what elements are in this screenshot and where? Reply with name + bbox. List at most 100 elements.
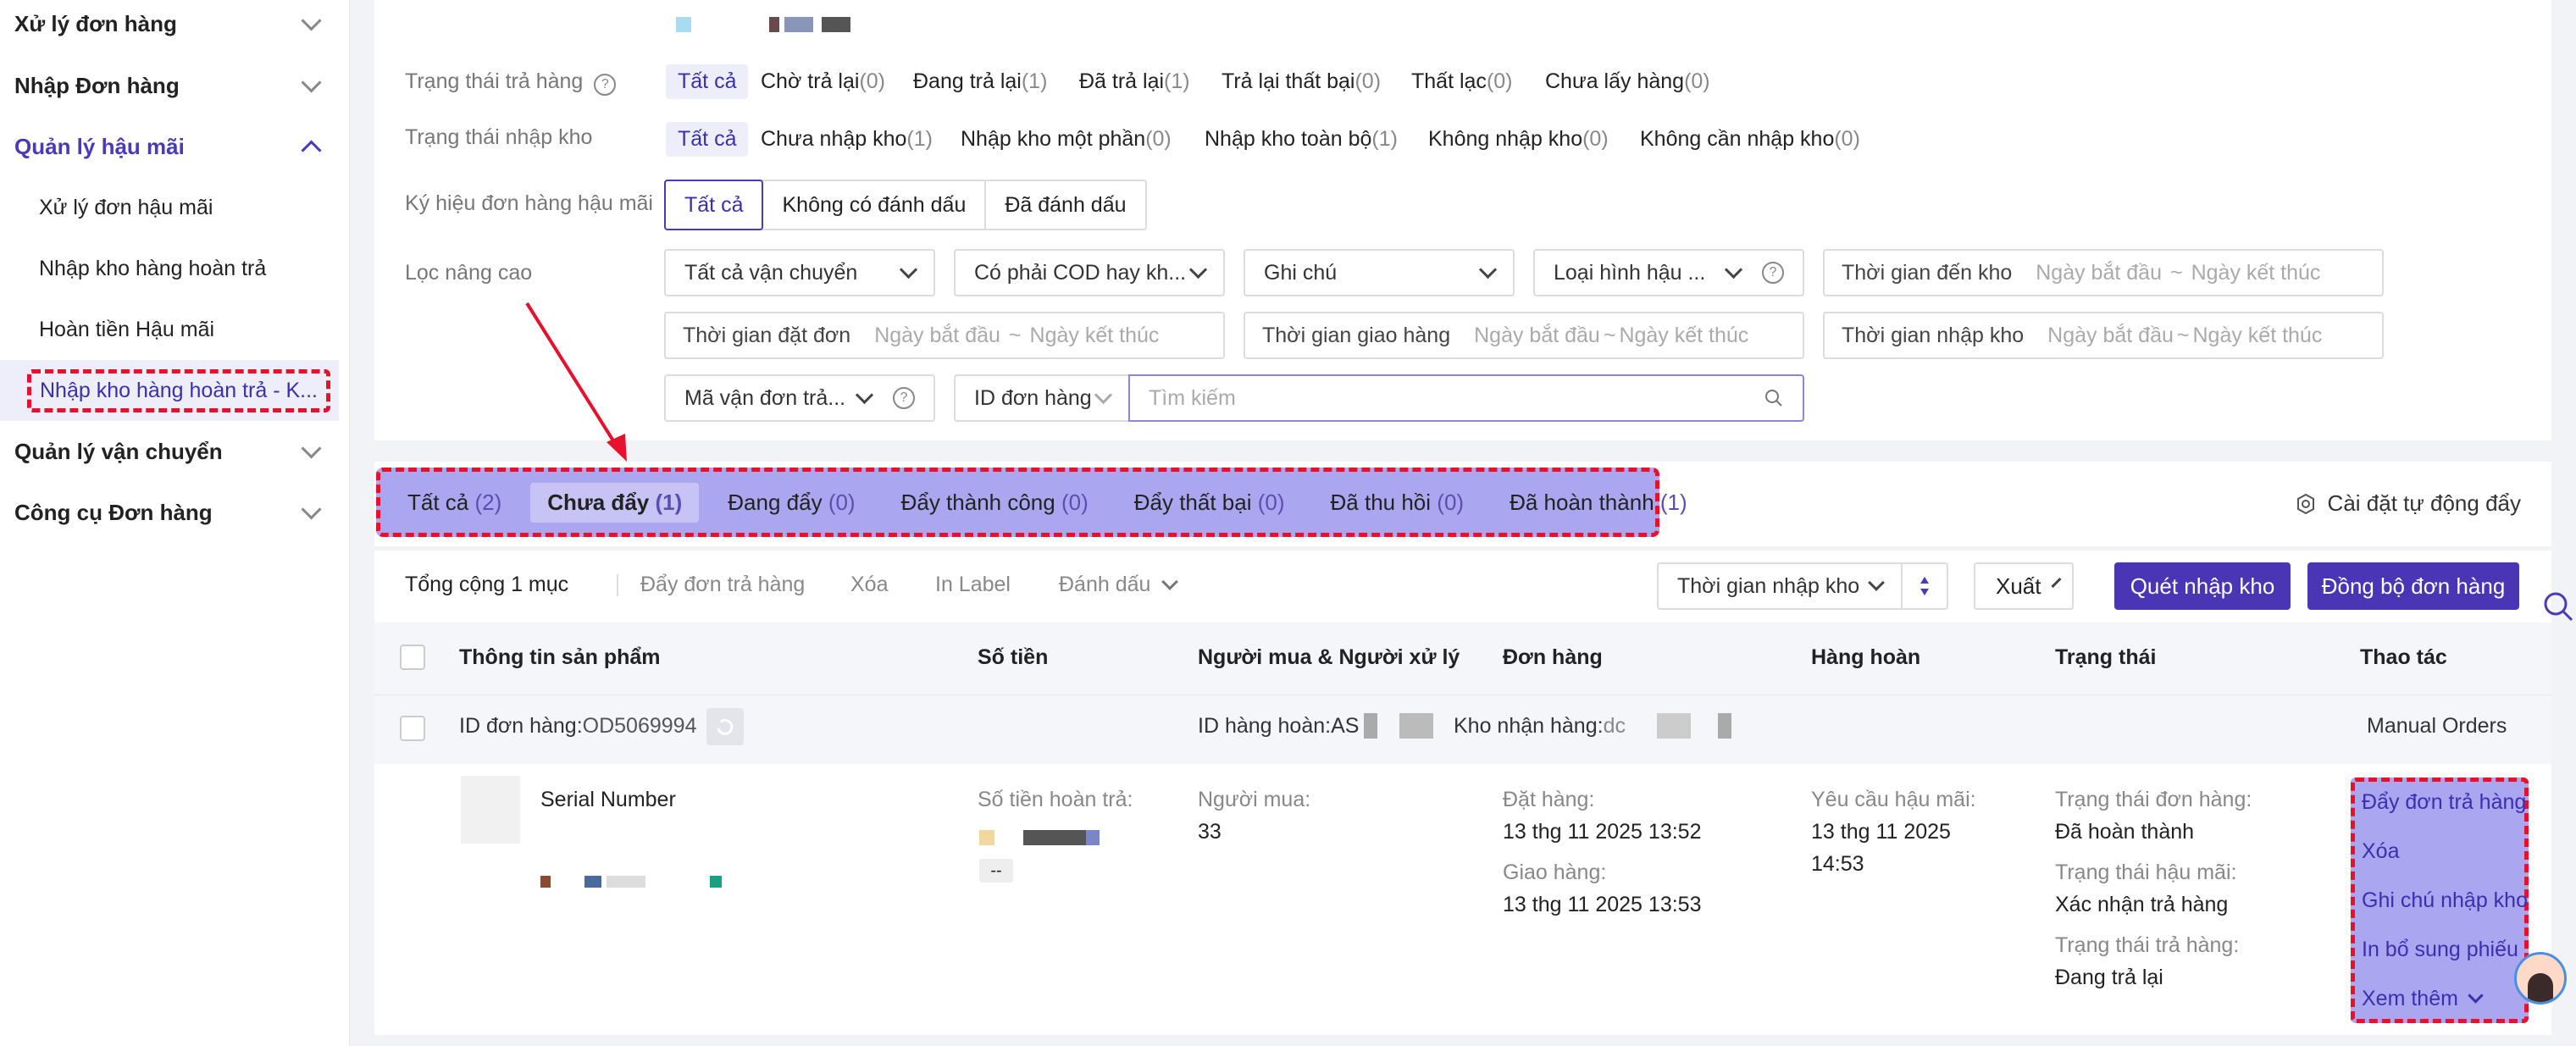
- tab-label: Đã thu hồi: [1330, 489, 1432, 515]
- tab-count: (0): [1437, 489, 1465, 515]
- col-order: Đơn hàng: [1503, 645, 1603, 669]
- tab-count: (1): [1659, 489, 1687, 515]
- order-id-label: ID đơn hàng:: [459, 714, 583, 738]
- blurred-sku: [710, 876, 722, 888]
- tab-push-failed[interactable]: Đẩy thất bại (0): [1117, 483, 1302, 523]
- tab-not-pushed[interactable]: Chưa đẩy (1): [530, 482, 700, 523]
- order-id-value: OD5069994: [582, 714, 697, 738]
- scan-import-button[interactable]: Quét nhập kho: [2114, 562, 2291, 610]
- blurred-text: [1657, 713, 1691, 739]
- divider: [617, 574, 618, 596]
- annotation-arrow-line: [525, 302, 620, 451]
- tab-label: Chưa đẩy: [547, 489, 650, 515]
- order-id: ID đơn hàng:OD5069994: [459, 714, 696, 739]
- export-dropdown[interactable]: Xuất: [1974, 562, 2074, 610]
- buyer-value: 33: [1198, 820, 1222, 844]
- tab-count: (0): [1257, 489, 1285, 515]
- more-label: Xem thêm: [2362, 987, 2458, 1010]
- floating-search-icon[interactable]: [2541, 589, 2575, 623]
- select-all-checkbox[interactable]: [400, 645, 425, 670]
- row-checkbox[interactable]: [400, 716, 425, 741]
- row-actions: Đẩy đơn trả hàng Xóa Ghi chú nhập kho In…: [2351, 778, 2529, 1023]
- table-header: [374, 623, 2551, 695]
- col-buyer-handler: Người mua & Người xử lý: [1198, 645, 1460, 669]
- table-toolbar: Tổng cộng 1 mục Đẩy đơn trả hàng Xóa In …: [374, 551, 2551, 623]
- tab-label: Tất cả: [407, 489, 469, 515]
- push-return-action[interactable]: Đẩy đơn trả hàng: [2362, 790, 2526, 815]
- tab-all[interactable]: Tất cả (2): [391, 483, 518, 523]
- tab-count: (0): [1061, 489, 1089, 515]
- tab-completed[interactable]: Đã hoàn thành (1): [1493, 483, 1704, 523]
- col-return: Hàng hoàn: [1811, 645, 1921, 669]
- return-id: ID hàng hoàn:AS: [1198, 714, 1360, 738]
- aftersale-status-value: Xác nhận trả hàng: [2055, 893, 2229, 916]
- delivered-value: 13 thg 11 2025 13:53: [1503, 893, 1702, 916]
- more-actions-dropdown[interactable]: Xem thêm: [2362, 987, 2484, 1011]
- tab-label: Đang đẩy: [728, 489, 823, 515]
- blurred-amount: [1086, 830, 1100, 845]
- tab-push-success[interactable]: Đẩy thành công (0): [884, 483, 1105, 523]
- warehouse-value: dc: [1603, 714, 1626, 738]
- chevron-down-icon: [1868, 574, 1885, 591]
- mark-dropdown[interactable]: Đánh dấu: [1059, 573, 1179, 597]
- return-status-value: Đang trả lại: [2055, 966, 2163, 989]
- warehouse-label: Kho nhận hàng:: [1454, 714, 1604, 738]
- aftersale-request-date: 13 thg 11 2025: [1811, 820, 1951, 844]
- order-source: Manual Orders: [2367, 714, 2507, 738]
- push-status-tabs: Tất cả (2) Chưa đẩy (1) Đang đẩy (0) Đẩy…: [376, 468, 1687, 537]
- tab-count: (0): [828, 489, 856, 515]
- auto-push-setting-link[interactable]: Cài đặt tự động đẩy: [2296, 490, 2521, 517]
- order-status-label: Trạng thái đơn hàng:: [2055, 788, 2252, 811]
- tab-label: Đẩy thất bại: [1133, 489, 1252, 515]
- aftersale-status-label: Trạng thái hậu mãi:: [2055, 861, 2237, 884]
- chevron-down-icon: [1161, 573, 1179, 590]
- copy-icon[interactable]: [706, 708, 744, 745]
- warehouse-note-action[interactable]: Ghi chú nhập kho: [2362, 888, 2528, 913]
- gear-icon: [2296, 493, 2314, 514]
- sort-order-toggle[interactable]: [1901, 562, 1948, 610]
- delivered-label: Giao hàng:: [1503, 861, 1607, 884]
- blurred-sku: [584, 876, 601, 888]
- order-status-value: Đã hoàn thành: [2055, 820, 2195, 844]
- tab-count: (2): [474, 489, 502, 515]
- refresh-icon: [717, 718, 734, 735]
- blurred-text: [1399, 713, 1433, 739]
- sort-arrows-icon: [1920, 577, 1929, 595]
- tab-count: (1): [655, 489, 683, 515]
- ordered-label: Đặt hàng:: [1503, 788, 1595, 811]
- col-status: Trạng thái: [2055, 645, 2157, 669]
- support-avatar[interactable]: [2514, 952, 2567, 1004]
- aftersale-request-time: 14:53: [1811, 852, 1864, 876]
- blurred-amount: [1023, 830, 1086, 845]
- ordered-value: 13 thg 11 2025 13:52: [1503, 820, 1702, 844]
- blurred-sku: [540, 876, 551, 888]
- blurred-amount: [979, 830, 994, 845]
- tab-recalled[interactable]: Đã thu hồi (0): [1314, 483, 1482, 523]
- print-label-button[interactable]: In Label: [935, 573, 1011, 597]
- delete-button[interactable]: Xóa: [850, 573, 888, 597]
- chevron-down-icon: [2468, 988, 2484, 1004]
- buyer-label: Người mua:: [1198, 788, 1311, 811]
- refund-amount-label: Số tiền hoàn trả:: [978, 788, 1133, 811]
- col-product-info: Thông tin sản phẩm: [459, 645, 661, 669]
- tab-pushing[interactable]: Đang đẩy (0): [711, 483, 872, 523]
- blurred-text: [1364, 713, 1377, 739]
- blurred-sku: [607, 876, 645, 888]
- product-serial: Serial Number: [540, 788, 676, 811]
- sort-field-select[interactable]: Thời gian nhập kho: [1657, 562, 1903, 610]
- total-count: Tổng cộng 1 mục: [405, 573, 569, 596]
- col-actions: Thao tác: [2360, 645, 2447, 669]
- avatar-figure: [2528, 973, 2553, 1002]
- delete-action[interactable]: Xóa: [2362, 839, 2399, 864]
- auto-push-label: Cài đặt tự động đẩy: [2327, 490, 2521, 516]
- push-return-button[interactable]: Đẩy đơn trả hàng: [640, 573, 805, 597]
- chevron-down-icon: [2050, 577, 2062, 589]
- product-thumbnail[interactable]: [461, 776, 520, 844]
- amount-dash: --: [979, 859, 1013, 883]
- blurred-text: [1718, 713, 1731, 739]
- sync-orders-button[interactable]: Đồng bộ đơn hàng: [2307, 562, 2519, 610]
- tab-label: Đẩy thành công: [900, 489, 1055, 515]
- tab-label: Đã hoàn thành: [1510, 489, 1654, 515]
- receiving-warehouse: Kho nhận hàng:dc: [1454, 714, 1626, 739]
- print-supplement-action[interactable]: In bổ sung phiếu: [2362, 938, 2518, 962]
